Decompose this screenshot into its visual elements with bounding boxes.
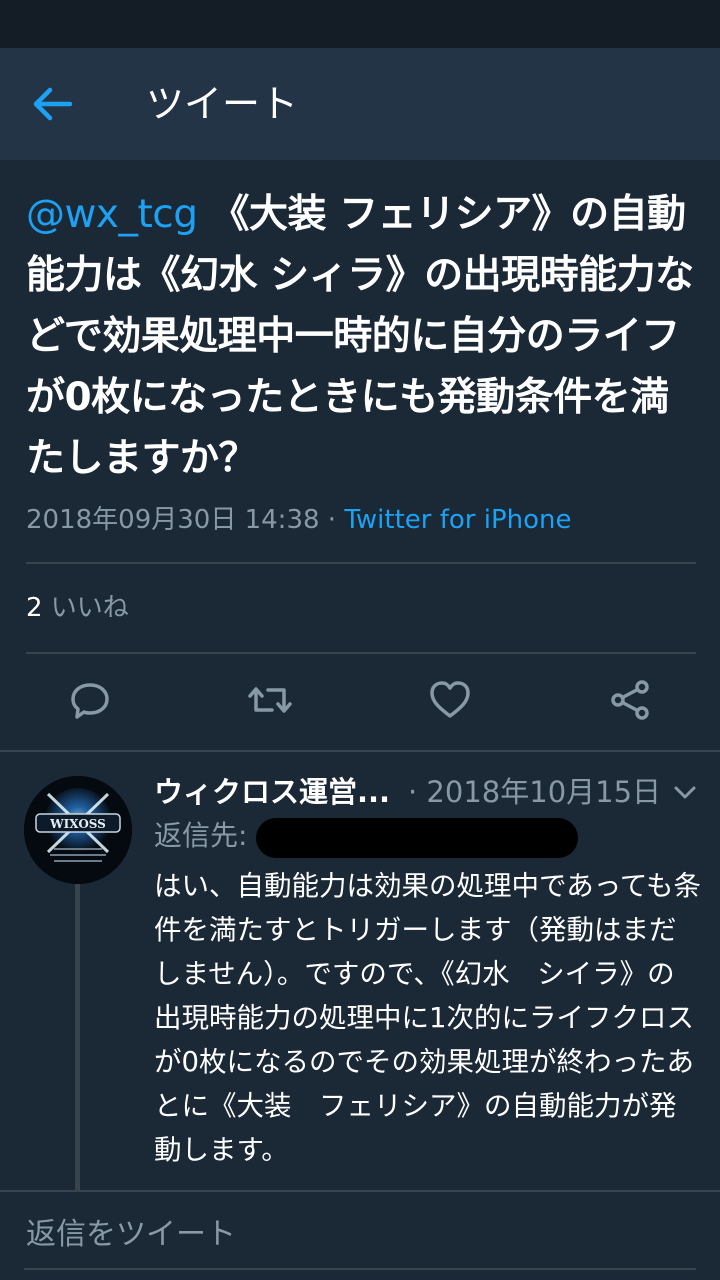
back-arrow-icon <box>33 87 73 121</box>
status-bar <box>0 0 720 48</box>
svg-text:WIXOSS: WIXOSS <box>49 817 106 831</box>
tweet-actions <box>0 670 720 730</box>
reply-to-label: 返信先: <box>154 819 248 852</box>
reply-icon <box>71 683 109 719</box>
meta-separator: · <box>319 505 345 535</box>
share-icon <box>611 680 649 720</box>
divider <box>26 562 696 564</box>
page-title: ツイート <box>146 82 299 126</box>
tweet-source-link[interactable]: Twitter for iPhone <box>344 505 571 535</box>
retweet-button[interactable] <box>246 676 294 724</box>
tweet-menu-button[interactable] <box>672 782 698 804</box>
share-button[interactable] <box>606 676 654 724</box>
back-button[interactable] <box>28 82 84 126</box>
reply-button[interactable] <box>66 676 114 724</box>
reply-date: · 2018年10月15日 <box>408 775 662 809</box>
tweet-meta: 2018年09月30日 14:38 · Twitter for iPhone <box>26 500 572 540</box>
redacted-handle <box>256 818 578 858</box>
reply-compose-bar: 返信をツイート <box>0 1190 720 1280</box>
top-app-bar: ツイート <box>0 48 720 160</box>
like-button[interactable] <box>426 676 474 724</box>
avatar[interactable]: WIXOSS <box>24 776 132 884</box>
wixoss-logo: WIXOSS <box>24 776 132 884</box>
divider <box>26 652 696 654</box>
retweet-icon <box>248 687 292 713</box>
mention-link[interactable]: @wx_tcg <box>26 192 198 237</box>
likes-label: いいね <box>42 593 129 623</box>
tweet-text: @wx_tcg 《大装 フェリシア》の自動能力は《幻水 シィラ》の出現時能力など… <box>26 184 706 489</box>
reply-input[interactable]: 返信をツイート <box>26 1212 694 1258</box>
input-underline <box>24 1268 696 1270</box>
reply-tweet[interactable]: WIXOSS ウィクロス運営... · 2018年10月15日 返信先: はい、… <box>0 752 720 1190</box>
likes-stat[interactable]: 2 いいね <box>26 588 129 628</box>
tweet-timestamp: 2018年09月30日 14:38 <box>26 505 320 535</box>
chevron-down-icon <box>674 786 696 799</box>
like-icon <box>430 681 470 718</box>
main-tweet: @wx_tcg 《大装 フェリシア》の自動能力は《幻水 シィラ》の出現時能力など… <box>0 160 720 750</box>
thread-line <box>75 884 80 1190</box>
likes-count: 2 <box>26 593 43 623</box>
reply-text: はい、自動能力は効果の処理中であっても条件を満たすとトリガーします（発動はまだし… <box>154 870 701 1166</box>
reply-author-name[interactable]: ウィクロス運営... <box>154 772 390 812</box>
